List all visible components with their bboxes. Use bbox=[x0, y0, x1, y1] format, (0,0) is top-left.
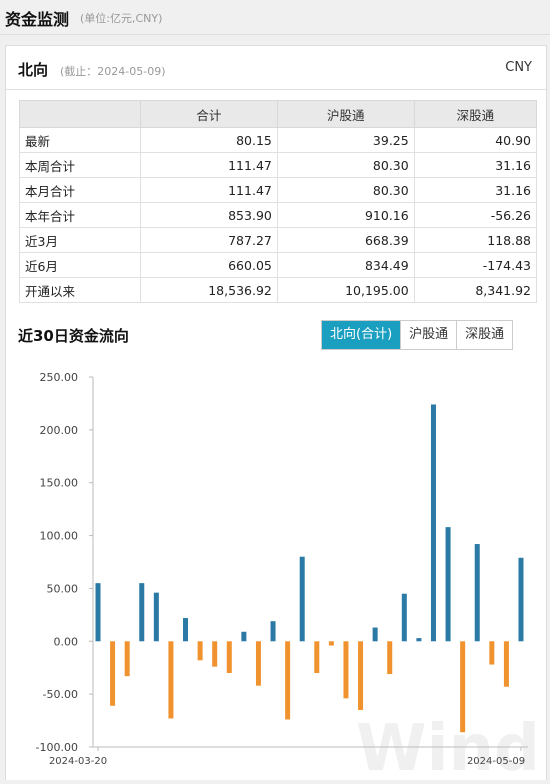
row-label: 本月合计 bbox=[19, 177, 141, 203]
table-cell: 10,195.00 bbox=[276, 277, 415, 303]
x-tick-label: 2024-03-20 bbox=[49, 756, 107, 767]
table-cell: 834.49 bbox=[276, 252, 415, 278]
table-cell: -174.43 bbox=[413, 252, 538, 278]
chart-bar bbox=[255, 641, 261, 686]
table-cell: 111.47 bbox=[140, 152, 278, 178]
y-tick-label: 50.00 bbox=[47, 582, 79, 595]
table-cell: 118.88 bbox=[413, 227, 538, 253]
chart-bar bbox=[110, 641, 116, 706]
section-divider bbox=[6, 89, 546, 90]
table-cell: 18,536.92 bbox=[140, 277, 278, 303]
flow-title: 近30日资金流向 bbox=[18, 327, 129, 345]
table-row: 本周合计 111.47 80.30 31.16 bbox=[19, 152, 538, 178]
chart-bar bbox=[285, 641, 291, 720]
chart-bar bbox=[212, 641, 218, 667]
column-header: 深股通 bbox=[413, 100, 538, 128]
table-cell: 31.16 bbox=[413, 152, 538, 178]
table-row: 本年合计 853.90 910.16 -56.26 bbox=[19, 202, 538, 228]
chart-bar bbox=[416, 638, 422, 642]
chart-bar bbox=[197, 641, 203, 661]
y-tick-label: 250.00 bbox=[40, 371, 79, 384]
tab-shanghai-connect[interactable]: 沪股通 bbox=[400, 321, 457, 349]
chart-bar bbox=[460, 641, 466, 733]
chart-bar bbox=[503, 641, 509, 687]
tab-north-total[interactable]: 北向(合计) bbox=[322, 321, 401, 349]
chart-bar bbox=[299, 556, 305, 642]
chart-bar bbox=[430, 404, 436, 642]
chart-bar bbox=[139, 583, 145, 642]
chart-bar bbox=[343, 641, 349, 699]
unit-note: (单位:亿元,CNY) bbox=[80, 12, 163, 25]
table-row: 近6月 660.05 834.49 -174.43 bbox=[19, 252, 538, 278]
table-cell: 660.05 bbox=[140, 252, 278, 278]
row-label: 本周合计 bbox=[19, 152, 141, 178]
chart-bar bbox=[401, 593, 407, 642]
chart-bar bbox=[489, 641, 495, 665]
flow-chart: Wind -100.00 -50.00 0.00 50.00 100.00 150.00 20… bbox=[6, 358, 546, 784]
row-label: 近3月 bbox=[19, 227, 141, 253]
north-title: 北向 bbox=[18, 61, 49, 79]
y-tick-label: -100.00 bbox=[36, 741, 78, 754]
column-header: 合计 bbox=[140, 100, 278, 128]
chart-bar bbox=[387, 641, 393, 675]
y-tick-label: 200.00 bbox=[40, 424, 79, 437]
chart-bar bbox=[95, 583, 101, 642]
flow-bar-chart: Wind -100.00 -50.00 0.00 50.00 100.00 150.00 20… bbox=[36, 371, 540, 784]
table-row: 本月合计 111.47 80.30 31.16 bbox=[19, 177, 538, 203]
chart-bar bbox=[358, 641, 364, 710]
table-cell: 8,341.92 bbox=[413, 277, 538, 303]
chart-bar bbox=[226, 641, 232, 673]
row-label: 开通以来 bbox=[19, 277, 141, 303]
column-header bbox=[19, 100, 141, 128]
chart-bar bbox=[241, 631, 247, 642]
table-row: 最新 80.15 39.25 40.90 bbox=[19, 127, 538, 153]
row-label: 最新 bbox=[19, 127, 141, 153]
row-label: 本年合计 bbox=[19, 202, 141, 228]
currency-label: CNY bbox=[505, 60, 532, 75]
chart-bar bbox=[314, 641, 320, 673]
table-cell: 853.90 bbox=[140, 202, 278, 228]
table-cell: 111.47 bbox=[140, 177, 278, 203]
north-stats-table: 合计 沪股通 深股通 最新 80.15 39.25 40.90 本周合计 111.47 80… bbox=[19, 100, 538, 303]
table-cell: 39.25 bbox=[276, 127, 415, 153]
x-tick-label: 2024-05-09 bbox=[467, 756, 525, 767]
y-tick-label: 100.00 bbox=[40, 530, 79, 543]
chart-bar bbox=[124, 641, 130, 677]
row-label: 近6月 bbox=[19, 252, 141, 278]
column-header: 沪股通 bbox=[276, 100, 415, 128]
table-cell: 31.16 bbox=[413, 177, 538, 203]
chart-bar bbox=[474, 544, 480, 642]
table-cell: 668.39 bbox=[276, 227, 415, 253]
table-cell: 80.30 bbox=[276, 152, 415, 178]
chart-bar bbox=[445, 527, 451, 642]
table-cell: 40.90 bbox=[413, 127, 538, 153]
table-row: 近3月 787.27 668.39 118.88 bbox=[19, 227, 538, 253]
monitor-card: 北向 (截止：2024-05-09) CNY 合计 沪股通 深股通 最新 80.1… bbox=[5, 45, 547, 784]
wind-watermark: Wind bbox=[356, 712, 540, 780]
table-cell: 80.30 bbox=[276, 177, 415, 203]
as-of-date: (截止：2024-05-09) bbox=[60, 65, 166, 78]
chart-bar bbox=[168, 641, 174, 719]
chart-bar bbox=[153, 592, 159, 642]
chart-bar bbox=[270, 621, 276, 642]
chart-bar bbox=[372, 627, 378, 642]
table-cell: 910.16 bbox=[276, 202, 415, 228]
page-header: 资金监测 (单位:亿元,CNY) bbox=[0, 0, 550, 35]
y-tick-label: -50.00 bbox=[43, 688, 78, 701]
table-header-row: 合计 沪股通 深股通 bbox=[19, 100, 538, 128]
flow-tabs: 北向(合计) 沪股通 深股通 bbox=[321, 320, 514, 350]
chart-bar bbox=[518, 557, 524, 642]
y-tick-label: 150.00 bbox=[40, 477, 79, 490]
table-cell: 80.15 bbox=[140, 127, 278, 153]
table-cell: 787.27 bbox=[140, 227, 278, 253]
y-tick-label: 0.00 bbox=[54, 635, 79, 648]
chart-bar bbox=[328, 641, 334, 646]
chart-bar bbox=[183, 618, 189, 642]
table-cell: -56.26 bbox=[413, 202, 538, 228]
tab-shenzhen-connect[interactable]: 深股通 bbox=[456, 321, 513, 349]
page-title: 资金监测 bbox=[5, 10, 70, 29]
table-row: 开通以来 18,536.92 10,195.00 8,341.92 bbox=[19, 277, 538, 303]
